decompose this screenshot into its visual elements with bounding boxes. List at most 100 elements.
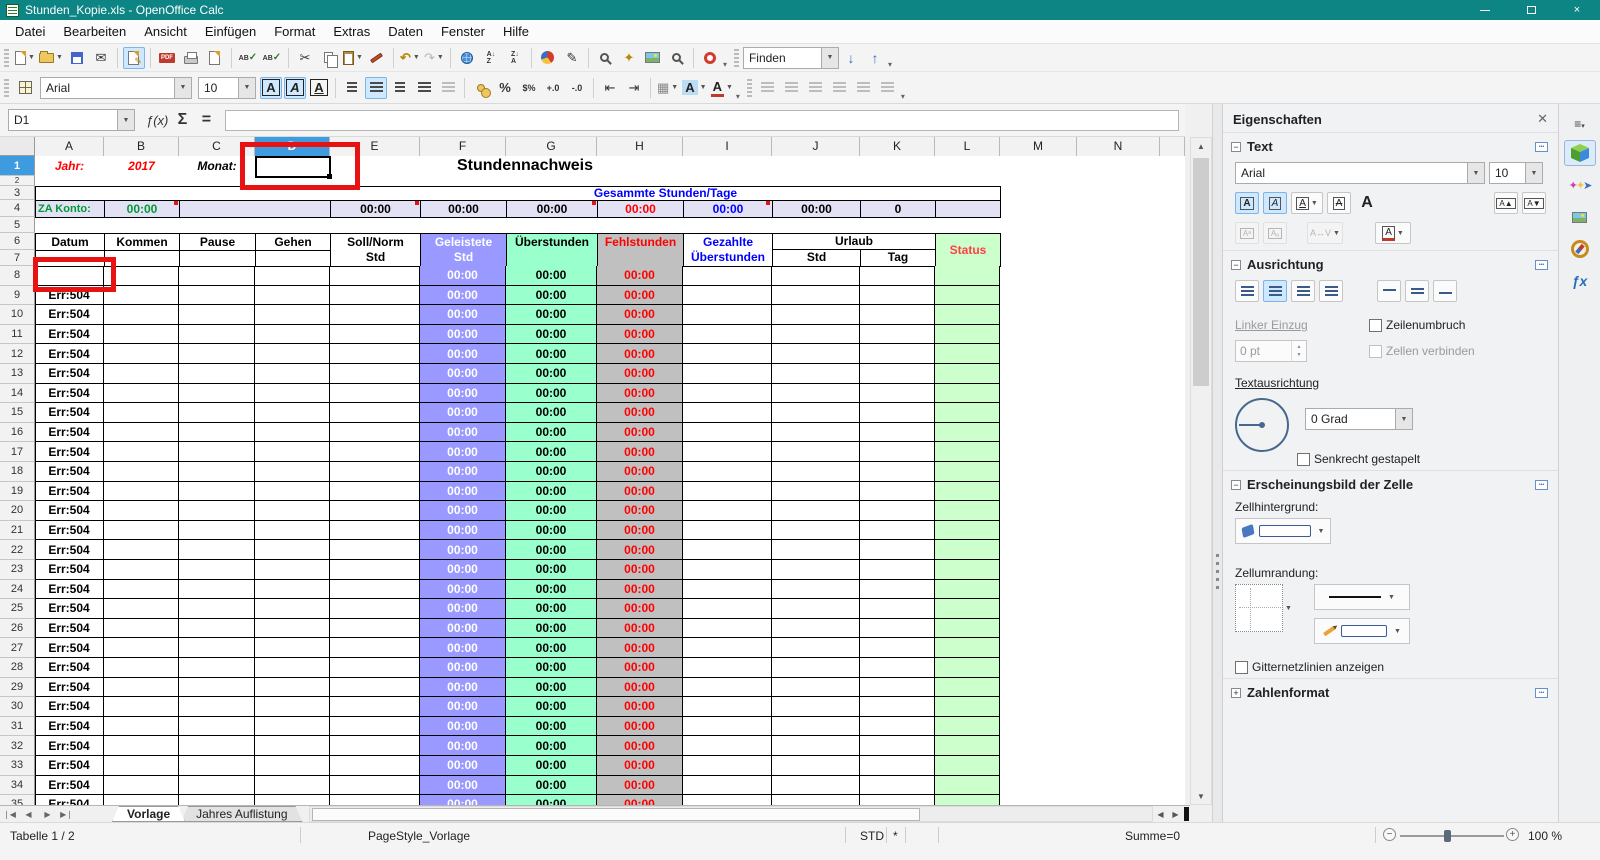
cell-A23[interactable]: Err:504 [35, 560, 104, 580]
cell-I21[interactable] [683, 521, 772, 541]
cell-A26[interactable]: Err:504 [35, 619, 104, 639]
cell-background-button[interactable]: ▼ [1235, 518, 1331, 544]
cell-D13[interactable] [255, 364, 330, 384]
cell-G29[interactable]: 00:00 [506, 678, 597, 698]
cell-J20[interactable] [772, 501, 860, 521]
row-header-22[interactable]: 22 [0, 540, 35, 560]
cell-F11[interactable]: 00:00 [420, 325, 506, 345]
export-pdf-button[interactable]: PDF [156, 47, 178, 69]
cell-B21[interactable] [104, 521, 179, 541]
cell-K16[interactable] [860, 423, 935, 443]
cell-I27[interactable] [683, 638, 772, 658]
column-header-L[interactable]: L [935, 137, 1000, 156]
cell-G13[interactable]: 00:00 [506, 364, 597, 384]
collapse-icon[interactable]: − [1231, 142, 1241, 152]
cell-J24[interactable] [772, 580, 860, 600]
zoom-out-icon[interactable]: − [1383, 828, 1396, 841]
cell-E30[interactable] [330, 697, 420, 717]
cell-C8[interactable] [179, 266, 255, 286]
cell-J33[interactable] [772, 756, 860, 776]
menu-fenster[interactable]: Fenster [432, 21, 494, 42]
show-draw-functions-button[interactable]: ✎ [561, 47, 583, 69]
menu-ansicht[interactable]: Ansicht [135, 21, 196, 42]
cell-K35[interactable] [860, 795, 935, 805]
zoom-in-icon[interactable]: + [1506, 828, 1519, 841]
cell-G30[interactable]: 00:00 [506, 697, 597, 717]
cell-E11[interactable] [330, 325, 420, 345]
cell-E26[interactable] [330, 619, 420, 639]
cell-C4-D4[interactable] [179, 200, 331, 218]
cell-J14[interactable] [772, 384, 860, 404]
cell-E14[interactable] [330, 384, 420, 404]
close-button[interactable]: × [1554, 0, 1600, 20]
cell-L34[interactable] [935, 776, 1000, 796]
subscript-button[interactable]: Aₐ [1263, 222, 1287, 244]
character-spacing-button[interactable]: A↔V▼ [1307, 222, 1343, 244]
cell-D19[interactable] [255, 482, 330, 502]
sidebar-bold-button[interactable]: A [1235, 192, 1259, 214]
cell-D27[interactable] [255, 638, 330, 658]
cell-C14[interactable] [179, 384, 255, 404]
cell-D12[interactable] [255, 344, 330, 364]
cell-L4[interactable] [935, 200, 1001, 218]
cell-B10[interactable] [104, 305, 179, 325]
cell-I31[interactable] [683, 717, 772, 737]
cell-E25[interactable] [330, 599, 420, 619]
cell-D24[interactable] [255, 580, 330, 600]
vertical-scrollbar-thumb[interactable] [1193, 158, 1209, 386]
cell-L18[interactable] [935, 462, 1000, 482]
page-style-status[interactable]: PageStyle_Vorlage [368, 829, 470, 843]
cell-A30[interactable]: Err:504 [35, 697, 104, 717]
menu-einfügen[interactable]: Einfügen [196, 21, 265, 42]
cell-A9[interactable]: Err:504 [35, 286, 104, 306]
sidebar-shadow-button[interactable]: A [1355, 192, 1379, 214]
sidebar-align-center-button[interactable] [1263, 280, 1287, 302]
cell-L35[interactable] [935, 795, 1000, 805]
cell-E10[interactable] [330, 305, 420, 325]
cell-G23[interactable]: 00:00 [506, 560, 597, 580]
cell-G8[interactable]: 00:00 [506, 266, 597, 286]
cell-B24[interactable] [104, 580, 179, 600]
name-box[interactable]: D1 ▼ [8, 109, 135, 131]
row-header-16[interactable]: 16 [0, 423, 35, 443]
sidebar-splitter[interactable] [1212, 104, 1222, 822]
horizontal-scrollbar-thumb[interactable] [312, 808, 920, 821]
line-style-button[interactable]: ▼ [1314, 584, 1410, 610]
row-header-8[interactable]: 8 [0, 266, 35, 286]
cell-H12[interactable]: 00:00 [597, 344, 683, 364]
cell-J26[interactable] [772, 619, 860, 639]
horizontal-scrollbar[interactable] [309, 806, 1153, 822]
tab-navigator[interactable] [1564, 236, 1596, 262]
cell-G24[interactable]: 00:00 [506, 580, 597, 600]
auto-spellcheck-button[interactable]: AB✓ [261, 47, 283, 69]
cell-H20[interactable]: 00:00 [597, 501, 683, 521]
cell-B26[interactable] [104, 619, 179, 639]
cell-D9[interactable] [255, 286, 330, 306]
align-block-center-button[interactable] [853, 77, 875, 99]
cell-H28[interactable]: 00:00 [597, 658, 683, 678]
cell-B34[interactable] [104, 776, 179, 796]
align-left-button[interactable] [341, 77, 363, 99]
sum-status[interactable]: Summe=0 [1125, 829, 1180, 843]
row-header-20[interactable]: 20 [0, 501, 35, 521]
row-header-7[interactable]: 7 [0, 250, 35, 266]
email-button[interactable]: ✉ [90, 47, 112, 69]
cell-C26[interactable] [179, 619, 255, 639]
cell-D11[interactable] [255, 325, 330, 345]
menu-hilfe[interactable]: Hilfe [494, 21, 538, 42]
cell-H34[interactable]: 00:00 [597, 776, 683, 796]
cell-J23[interactable] [772, 560, 860, 580]
cell-H32[interactable]: 00:00 [597, 736, 683, 756]
cell-J35[interactable] [772, 795, 860, 805]
cell-L14[interactable] [935, 384, 1000, 404]
cell-B1[interactable]: 2017 [104, 156, 179, 176]
show-gridlines-checkbox[interactable] [1235, 661, 1248, 674]
cell-D16[interactable] [255, 423, 330, 443]
cell-F22[interactable]: 00:00 [420, 540, 506, 560]
cell-I12[interactable] [683, 344, 772, 364]
cell-B14[interactable] [104, 384, 179, 404]
cell-F34[interactable]: 00:00 [420, 776, 506, 796]
cell-C15[interactable] [179, 403, 255, 423]
cell-K11[interactable] [860, 325, 935, 345]
cell-G34[interactable]: 00:00 [506, 776, 597, 796]
